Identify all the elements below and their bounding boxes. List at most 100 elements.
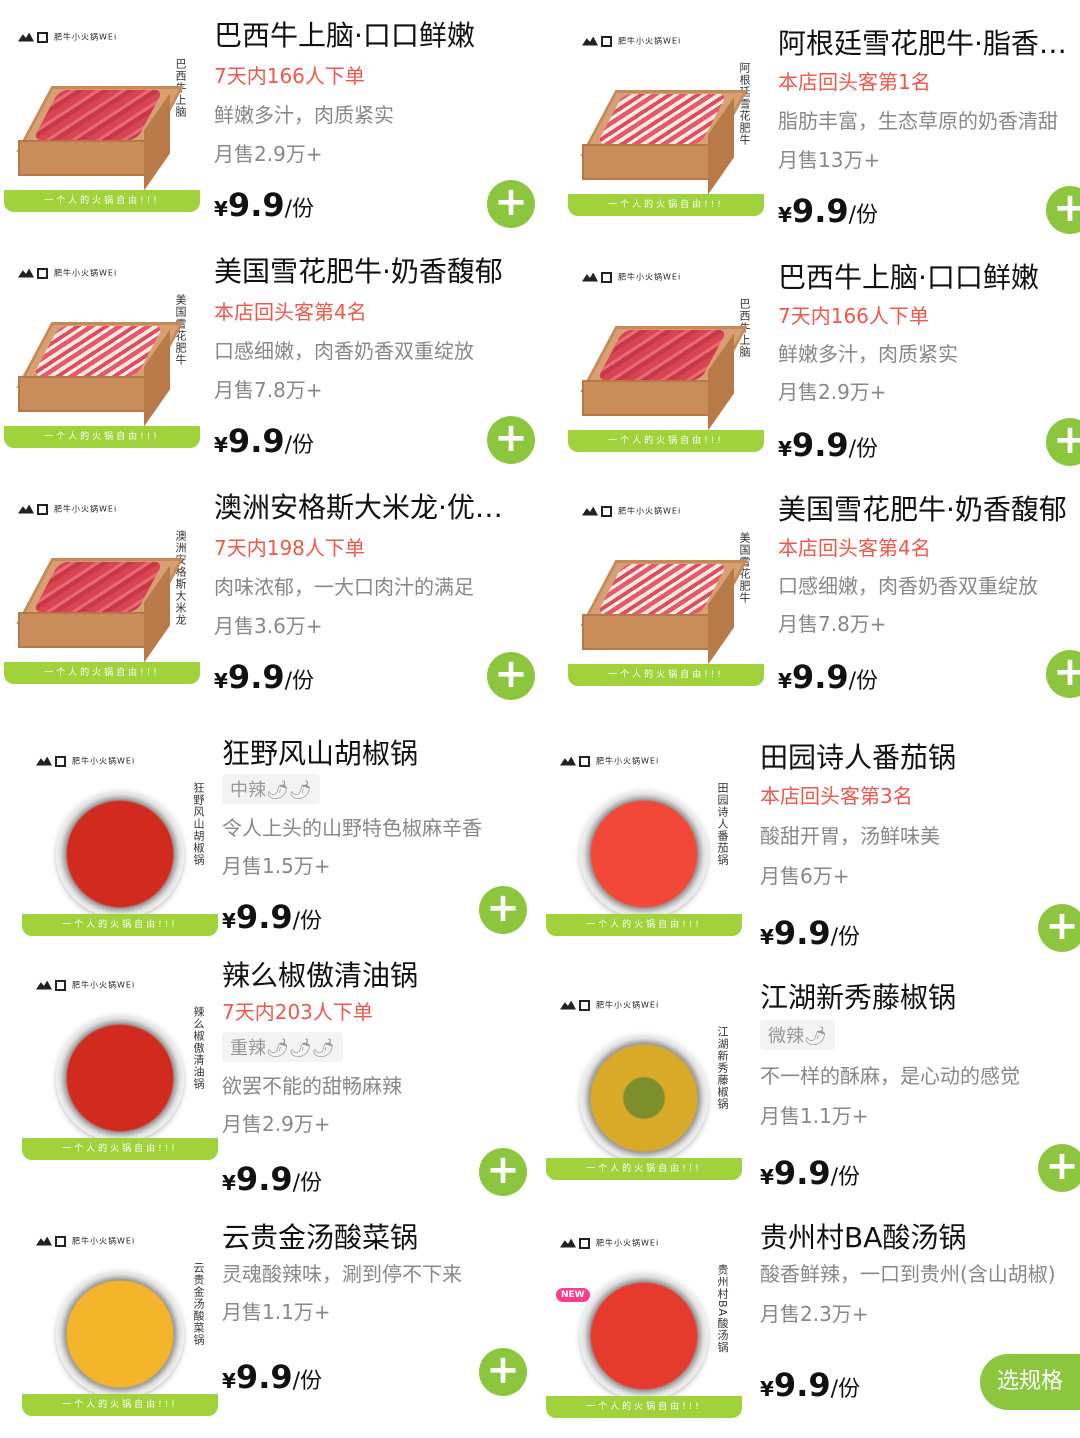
add-to-cart-button[interactable]: +	[479, 886, 527, 934]
item-sales: 月售2.9万+	[222, 1112, 331, 1136]
item-price: ¥9.9/份	[222, 898, 323, 936]
hotpot-bowl-icon	[580, 790, 708, 918]
item-price: ¥9.9/份	[214, 422, 315, 460]
menu-item-card[interactable]: 肥牛小火锅WEi 阿根廷雪花肥牛 一个人的火锅自由!!! 阿根廷雪花肥牛·脂香……	[552, 0, 1080, 236]
slogan-banner: 一个人的火锅自由!!!	[546, 1158, 742, 1180]
meat-tray-icon	[580, 318, 748, 431]
image-label: 辣么椒傲清油锅	[192, 1006, 205, 1090]
item-sales: 月售1.1万+	[760, 1104, 869, 1128]
menu-item-card[interactable]: 肥牛小火锅WEi 辣么椒傲清油锅 一个人的火锅自由!!! 辣么椒傲清油锅 7天内…	[0, 952, 540, 1212]
menu-item-card[interactable]: 肥牛小火锅WEi 江湖新秀藤椒锅 一个人的火锅自由!!! 江湖新秀藤椒锅 微辣🌶…	[540, 970, 1080, 1214]
product-image: 肥牛小火锅WEi 狂野风山胡椒锅 一个人的火锅自由!!!	[22, 740, 218, 936]
slogan-banner: 一个人的火锅自由!!!	[4, 426, 200, 448]
product-image: 肥牛小火锅WEi 阿根廷雪花肥牛 一个人的火锅自由!!!	[568, 20, 764, 216]
product-image: 肥牛小火锅WEi 美国雪花肥牛 一个人的火锅自由!!!	[4, 252, 200, 448]
item-sales: 月售13万+	[778, 148, 881, 172]
product-image: 肥牛小火锅WEi 巴西牛上脑 一个人的火锅自由!!!	[4, 16, 200, 212]
brand-logo: 肥牛小火锅WEi	[582, 270, 681, 283]
item-description: 肉味浓郁，一大口肉汁的满足	[214, 575, 474, 599]
slogan-banner: 一个人的火锅自由!!!	[568, 664, 764, 686]
item-title: 美国雪花肥牛·奶香馥郁	[214, 255, 503, 288]
item-title: 美国雪花肥牛·奶香馥郁	[778, 493, 1067, 526]
item-title: 贵州村BA酸汤锅	[760, 1221, 967, 1254]
menu-item-card[interactable]: 肥牛小火锅WEi 美国雪花肥牛 一个人的火锅自由!!! 美国雪花肥牛·奶香馥郁 …	[0, 236, 540, 472]
add-to-cart-button[interactable]: +	[1046, 186, 1080, 234]
menu-item-card[interactable]: 肥牛小火锅WEi 巴西牛上脑 一个人的火锅自由!!! 巴西牛上脑·口口鲜嫩 7天…	[0, 0, 540, 236]
item-title: 狂野风山胡椒锅	[222, 737, 419, 770]
menu-item-card[interactable]: 肥牛小火锅WEi 云贵金汤酸菜锅 一个人的火锅自由!!! 云贵金汤酸菜锅 灵魂酸…	[0, 1212, 540, 1438]
add-to-cart-button[interactable]: +	[1046, 650, 1080, 698]
item-tag: 7天内203人下单	[222, 1000, 373, 1024]
hotpot-bowl-icon	[56, 1270, 184, 1398]
item-title: 巴西牛上脑·口口鲜嫩	[214, 19, 475, 52]
add-to-cart-button[interactable]: +	[1038, 1144, 1080, 1192]
item-description: 口感细嫩，肉香奶香双重绽放	[778, 574, 1038, 598]
item-tag: 本店回头客第4名	[214, 300, 367, 324]
item-title: 江湖新秀藤椒锅	[760, 981, 957, 1014]
brand-logo: 肥牛小火锅WEi	[36, 978, 135, 991]
add-to-cart-button[interactable]: +	[1038, 904, 1080, 952]
add-to-cart-button[interactable]: +	[479, 1348, 527, 1396]
item-sales: 月售2.9万+	[214, 142, 323, 166]
image-label: 贵州村BA酸汤锅	[716, 1264, 729, 1354]
hotpot-bowl-icon	[580, 1034, 708, 1162]
slogan-banner: 一个人的火锅自由!!!	[568, 194, 764, 216]
product-image: 肥牛小火锅WEi 澳洲安格斯大米龙 一个人的火锅自由!!!	[4, 488, 200, 684]
panel-left-beef: 肥牛小火锅WEi 巴西牛上脑 一个人的火锅自由!!! 巴西牛上脑·口口鲜嫩 7天…	[0, 0, 540, 712]
add-to-cart-button[interactable]: +	[487, 416, 535, 464]
product-image: 肥牛小火锅WEi 辣么椒傲清油锅 一个人的火锅自由!!!	[22, 964, 218, 1160]
add-to-cart-button[interactable]: +	[1046, 418, 1080, 466]
item-sales: 月售7.8万+	[778, 612, 887, 636]
item-sales: 月售1.5万+	[222, 854, 331, 878]
add-to-cart-button[interactable]: +	[487, 180, 535, 228]
add-to-cart-button[interactable]: +	[487, 652, 535, 700]
menu-item-card[interactable]: 肥牛小火锅WEi 美国雪花肥牛 一个人的火锅自由!!! 美国雪花肥牛·奶香馥郁 …	[552, 472, 1080, 708]
item-description: 鲜嫩多汁，肉质紧实	[778, 342, 958, 366]
meat-tray-icon	[580, 82, 748, 195]
item-tag: 本店回头客第4名	[778, 536, 931, 560]
item-sales: 月售6万+	[760, 864, 850, 888]
item-tag: 7天内198人下单	[214, 536, 365, 560]
panel-right-pots: 肥牛小火锅WEi 田园诗人番茄锅 一个人的火锅自由!!! 田园诗人番茄锅 本店回…	[540, 720, 1080, 1438]
item-price: ¥9.9/份	[760, 1154, 861, 1192]
slogan-banner: 一个人的火锅自由!!!	[4, 662, 200, 684]
menu-item-card[interactable]: 肥牛小火锅WEi 澳洲安格斯大米龙 一个人的火锅自由!!! 澳洲安格斯大米龙·优…	[0, 472, 540, 708]
item-tag: 本店回头客第3名	[760, 784, 913, 808]
menu-item-card[interactable]: 肥牛小火锅WEi 狂野风山胡椒锅 一个人的火锅自由!!! 狂野风山胡椒锅 中辣🌶…	[0, 720, 540, 952]
image-label: 江湖新秀藤椒锅	[716, 1026, 729, 1110]
item-description: 鲜嫩多汁，肉质紧实	[214, 103, 394, 127]
image-label: 田园诗人番茄锅	[716, 782, 729, 866]
item-title: 澳洲安格斯大米龙·优…	[214, 491, 503, 524]
slogan-banner: 一个人的火锅自由!!!	[546, 1396, 742, 1418]
item-title: 巴西牛上脑·口口鲜嫩	[778, 261, 1039, 294]
item-price: ¥9.9/份	[778, 426, 879, 464]
slogan-banner: 一个人的火锅自由!!!	[568, 430, 764, 452]
select-spec-button[interactable]: 选规格	[980, 1354, 1080, 1410]
item-price: ¥9.9/份	[778, 192, 879, 230]
meat-tray-icon	[16, 78, 184, 191]
slogan-banner: 一个人的火锅自由!!!	[22, 914, 218, 936]
menu-item-card[interactable]: 肥牛小火锅WEi NEW 贵州村BA酸汤锅 一个人的火锅自由!!! 贵州村BA酸…	[540, 1214, 1080, 1438]
add-to-cart-button[interactable]: +	[479, 1148, 527, 1196]
panel-right-beef: 肥牛小火锅WEi 阿根廷雪花肥牛 一个人的火锅自由!!! 阿根廷雪花肥牛·脂香……	[552, 0, 1080, 712]
item-price: ¥9.9/份	[222, 1160, 323, 1198]
brand-logo: 肥牛小火锅WEi	[560, 998, 659, 1011]
item-title: 阿根廷雪花肥牛·脂香…	[778, 27, 1067, 60]
hotpot-bowl-icon	[580, 1272, 708, 1400]
spice-level-badge: 中辣🌶🌶	[222, 774, 320, 804]
item-sales: 月售1.1万+	[222, 1300, 331, 1324]
menu-item-card[interactable]: 肥牛小火锅WEi 田园诗人番茄锅 一个人的火锅自由!!! 田园诗人番茄锅 本店回…	[540, 720, 1080, 970]
item-description: 酸甜开胃，汤鲜味美	[760, 824, 940, 848]
new-badge: NEW	[556, 1288, 590, 1302]
item-price: ¥9.9/份	[760, 1366, 861, 1404]
product-image: 肥牛小火锅WEi 美国雪花肥牛 一个人的火锅自由!!!	[568, 490, 764, 686]
item-description: 欲罢不能的甜畅麻辣	[222, 1074, 402, 1098]
item-sales: 月售7.8万+	[214, 378, 323, 402]
menu-item-card[interactable]: 肥牛小火锅WEi 巴西牛上脑 一个人的火锅自由!!! 巴西牛上脑·口口鲜嫩 7天…	[552, 236, 1080, 472]
panel-left-pots: 肥牛小火锅WEi 狂野风山胡椒锅 一个人的火锅自由!!! 狂野风山胡椒锅 中辣🌶…	[0, 720, 540, 1438]
spice-level-badge: 微辣🌶	[760, 1020, 835, 1050]
hotpot-bowl-icon	[56, 1014, 184, 1142]
item-description: 令人上头的山野特色椒麻辛香	[222, 816, 482, 840]
product-image: 肥牛小火锅WEi 巴西牛上脑 一个人的火锅自由!!!	[568, 256, 764, 452]
item-sales: 月售2.9万+	[778, 380, 887, 404]
